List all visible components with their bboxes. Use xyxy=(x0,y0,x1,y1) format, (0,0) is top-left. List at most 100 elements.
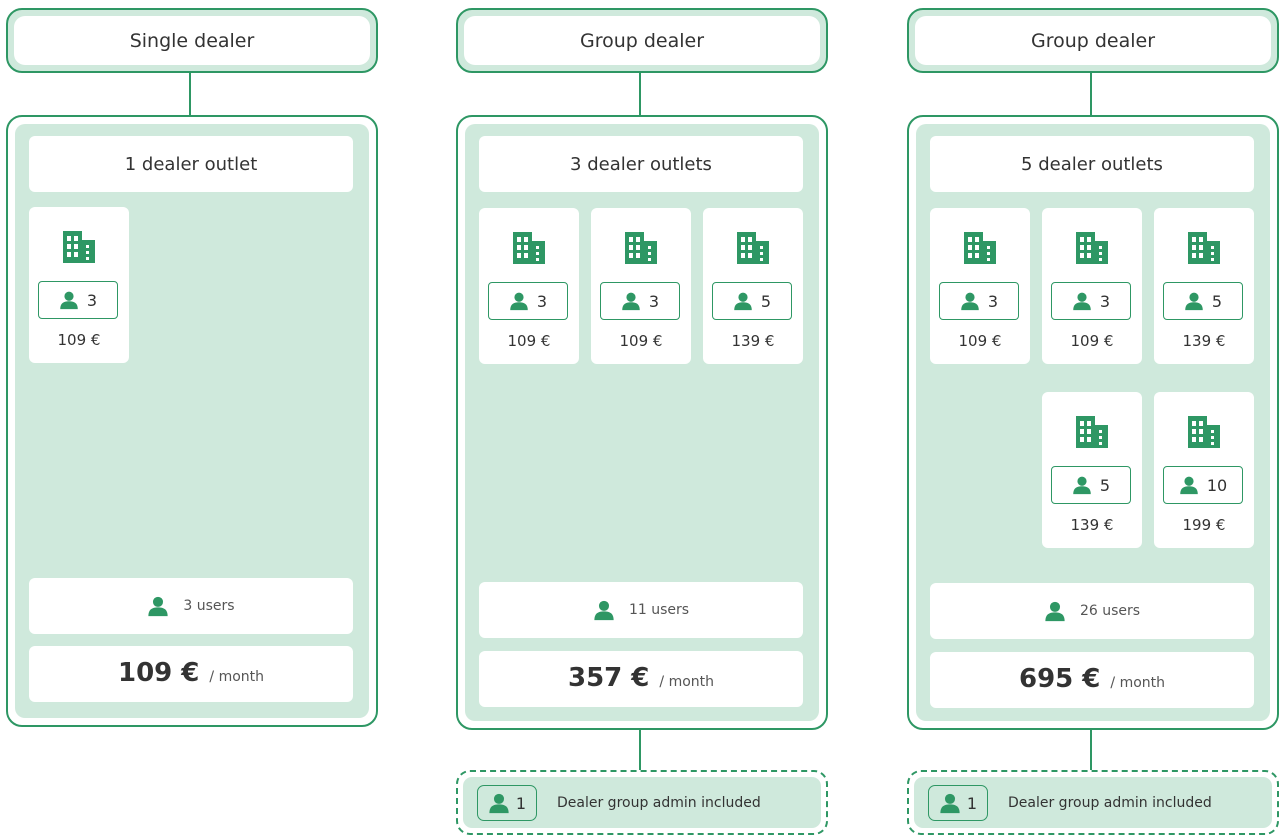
price-unit: / month xyxy=(1110,675,1166,691)
outlet-users-count: 3 xyxy=(536,291,548,311)
building-icon xyxy=(1184,412,1224,452)
outlet-price: 139 € xyxy=(731,332,775,350)
total-users-box: 11 users xyxy=(479,582,803,638)
outlet-users-chip: 5 xyxy=(1051,466,1131,504)
connector-line xyxy=(639,73,641,115)
total-price-box: 357 € / month xyxy=(479,651,803,707)
outlet-users-chip: 3 xyxy=(600,282,680,320)
total-users-box: 3 users xyxy=(29,578,353,634)
total-price: 357 € xyxy=(567,663,650,693)
plan-panel: 1 dealer outlet 3 109 € 3 users 109 € / … xyxy=(6,115,378,727)
plan-title-box: Single dealer xyxy=(6,8,378,73)
outlet-users-count: 3 xyxy=(987,291,999,311)
admin-count: 1 xyxy=(966,793,978,813)
building-icon xyxy=(621,228,661,268)
plan-column-single-dealer: Single dealer 1 dealer outlet 3 109 € 3 … xyxy=(6,0,378,840)
user-icon xyxy=(733,291,753,311)
outlet-card: 5 139 € xyxy=(1042,392,1142,548)
connector-line xyxy=(189,73,191,115)
price-unit: / month xyxy=(659,674,715,690)
admin-label: Dealer group admin included xyxy=(1008,794,1212,811)
outlet-users-count: 3 xyxy=(86,290,98,310)
total-users-label: 11 users xyxy=(628,602,690,618)
building-icon xyxy=(59,227,99,267)
plan-column-group-dealer-5: Group dealer 5 dealer outlets 3 109 € 3 … xyxy=(907,0,1279,840)
plan-panel: 5 dealer outlets 3 109 € 3 109 € 5 139 €… xyxy=(907,115,1279,730)
total-price-box: 695 € / month xyxy=(930,652,1254,708)
admin-included-inner: 1 Dealer group admin included xyxy=(914,777,1272,828)
user-icon xyxy=(1044,600,1066,622)
plan-title: Group dealer xyxy=(915,16,1271,65)
building-icon xyxy=(1072,228,1112,268)
plan-title-box: Group dealer xyxy=(907,8,1279,73)
plan-panel-inner: 5 dealer outlets 3 109 € 3 109 € 5 139 €… xyxy=(916,124,1270,721)
outlet-price: 199 € xyxy=(1182,516,1226,534)
total-price: 695 € xyxy=(1018,664,1101,694)
plan-panel: 3 dealer outlets 3 109 € 3 109 € 5 139 €… xyxy=(456,115,828,730)
building-icon xyxy=(733,228,773,268)
outlet-card: 3 109 € xyxy=(591,208,691,364)
plan-title-box: Group dealer xyxy=(456,8,828,73)
plan-title: Group dealer xyxy=(464,16,820,65)
outlet-card: 5 139 € xyxy=(1154,208,1254,364)
outlet-users-chip: 10 xyxy=(1163,466,1243,504)
total-price: 109 € xyxy=(117,658,200,688)
admin-included-box: 1 Dealer group admin included xyxy=(907,770,1279,835)
plan-column-group-dealer-3: Group dealer 3 dealer outlets 3 109 € 3 … xyxy=(456,0,828,840)
outlet-users-count: 5 xyxy=(1099,475,1111,495)
outlets-count-label: 3 dealer outlets xyxy=(479,136,803,192)
connector-line xyxy=(639,730,641,770)
outlet-card: 3 109 € xyxy=(479,208,579,364)
outlet-price: 139 € xyxy=(1070,516,1114,534)
total-users-label: 3 users xyxy=(183,598,235,614)
outlet-price: 109 € xyxy=(1070,332,1114,350)
outlet-card: 3 109 € xyxy=(1042,208,1142,364)
outlet-users-chip: 5 xyxy=(712,282,792,320)
admin-label: Dealer group admin included xyxy=(557,794,761,811)
outlet-price: 109 € xyxy=(619,332,663,350)
outlet-users-count: 3 xyxy=(648,291,660,311)
plan-panel-inner: 3 dealer outlets 3 109 € 3 109 € 5 139 €… xyxy=(465,124,819,721)
outlet-users-count: 10 xyxy=(1206,475,1228,495)
user-icon xyxy=(939,792,961,814)
user-icon xyxy=(621,291,641,311)
outlets-count-label: 1 dealer outlet xyxy=(29,136,353,192)
building-icon xyxy=(509,228,549,268)
user-icon xyxy=(593,599,615,621)
outlet-users-count: 5 xyxy=(760,291,772,311)
connector-line xyxy=(1090,730,1092,770)
price-unit: / month xyxy=(209,669,265,685)
user-icon xyxy=(1072,475,1092,495)
user-icon xyxy=(147,595,169,617)
outlet-card: 10 199 € xyxy=(1154,392,1254,548)
connector-line xyxy=(1090,73,1092,115)
outlet-price: 109 € xyxy=(57,331,101,349)
outlet-price: 109 € xyxy=(958,332,1002,350)
building-icon xyxy=(1184,228,1224,268)
building-icon xyxy=(1072,412,1112,452)
user-icon xyxy=(1184,291,1204,311)
total-users-box: 26 users xyxy=(930,583,1254,639)
outlets-count-label: 5 dealer outlets xyxy=(930,136,1254,192)
total-price-box: 109 € / month xyxy=(29,646,353,702)
total-users-label: 26 users xyxy=(1079,603,1141,619)
user-icon xyxy=(509,291,529,311)
admin-included-box: 1 Dealer group admin included xyxy=(456,770,828,835)
user-icon xyxy=(1179,475,1199,495)
outlet-card: 5 139 € xyxy=(703,208,803,364)
admin-users-chip: 1 xyxy=(928,785,988,821)
plan-title: Single dealer xyxy=(14,16,370,65)
outlet-card: 3 109 € xyxy=(29,207,129,363)
outlet-users-count: 5 xyxy=(1211,291,1223,311)
outlet-card: 3 109 € xyxy=(930,208,1030,364)
outlet-users-chip: 3 xyxy=(488,282,568,320)
building-icon xyxy=(960,228,1000,268)
user-icon xyxy=(1072,291,1092,311)
admin-count: 1 xyxy=(515,793,527,813)
outlet-users-chip: 3 xyxy=(38,281,118,319)
user-icon xyxy=(59,290,79,310)
user-icon xyxy=(488,792,510,814)
admin-users-chip: 1 xyxy=(477,785,537,821)
outlet-users-chip: 3 xyxy=(1051,282,1131,320)
outlet-users-chip: 5 xyxy=(1163,282,1243,320)
